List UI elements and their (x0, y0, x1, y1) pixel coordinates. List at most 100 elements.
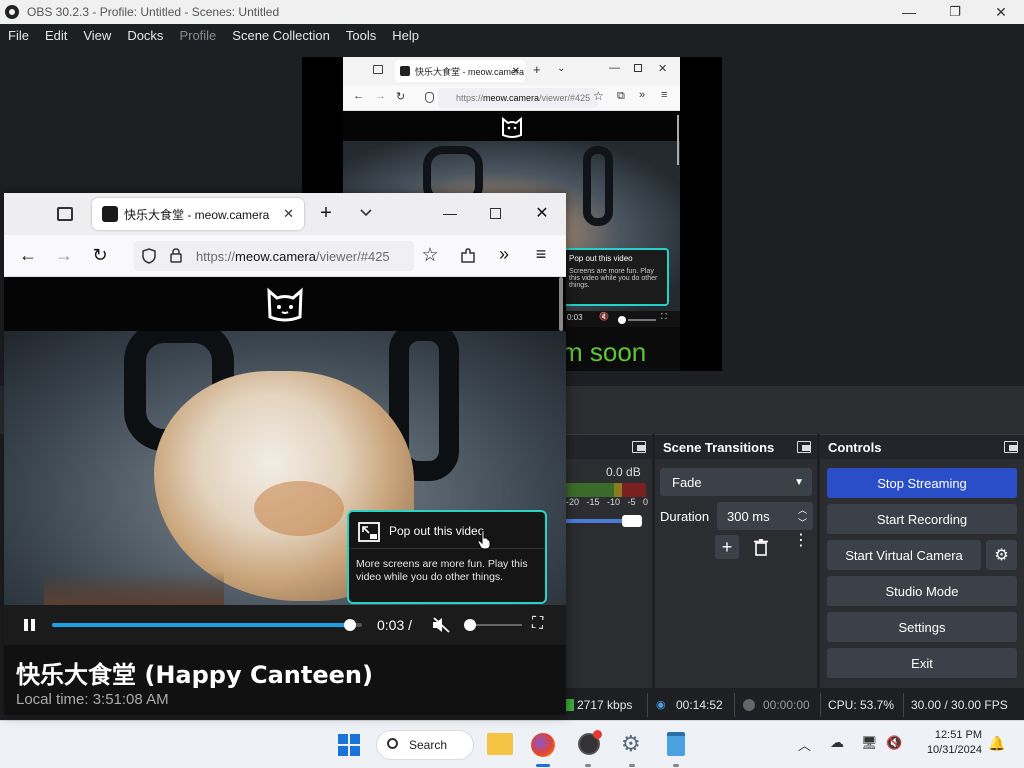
extensions-puzzle-icon[interactable] (460, 248, 476, 264)
reload-icon[interactable]: ↻ (90, 245, 110, 265)
file-explorer-icon[interactable] (487, 733, 513, 755)
controls-dock: Controls Stop Streaming Start Recording … (820, 434, 1024, 688)
maximize-button[interactable]: ❐ (932, 0, 978, 24)
network-icon[interactable]: 🖥 (861, 735, 878, 751)
mini-reload-icon: ↻ (396, 91, 406, 103)
studio-mode-button[interactable]: Studio Mode (827, 576, 1017, 606)
firefox-icon[interactable] (531, 733, 555, 757)
menu-scene-collection[interactable]: Scene Collection (224, 28, 338, 43)
tab-list-icon[interactable] (57, 207, 73, 221)
hand-cursor-icon (477, 530, 491, 550)
notepad-icon[interactable] (667, 732, 685, 756)
duration-spinbox[interactable]: 300 ms ︿ ﹀ (717, 502, 813, 530)
menu-profile[interactable]: Profile (171, 28, 224, 43)
mini-forward-icon: → (375, 90, 386, 102)
show-hidden-icons-chevron-icon[interactable]: ︿ (798, 735, 811, 754)
new-tab-icon[interactable]: + (316, 202, 336, 224)
active-tab[interactable]: 快乐大食堂 - meow.camera ✕ (92, 198, 304, 230)
window-minimize-icon[interactable]: — (440, 203, 460, 223)
add-transition-button[interactable]: + (715, 535, 739, 559)
tab-close-icon[interactable]: ✕ (283, 206, 294, 222)
close-button[interactable]: ✕ (978, 0, 1024, 24)
streaming-icon: ◉ (656, 699, 666, 711)
start-recording-button[interactable]: Start Recording (827, 504, 1017, 534)
pause-icon[interactable] (31, 619, 35, 631)
spin-up-icon[interactable]: ︿ (798, 503, 807, 516)
obs-menu-bar: File Edit View Docks Profile Scene Colle… (0, 24, 1024, 46)
obs-live-badge (593, 730, 602, 739)
progress-knob[interactable] (343, 619, 356, 631)
exit-button[interactable]: Exit (827, 648, 1017, 678)
mini-bookmark-icon: ☆ (593, 89, 604, 103)
bitrate-value: 2717 kbps (577, 698, 633, 712)
menu-docks[interactable]: Docks (119, 28, 171, 43)
menu-view[interactable]: View (75, 28, 119, 43)
window-close-icon[interactable]: ✕ (532, 203, 552, 223)
taskbar-clock[interactable]: 12:51 PM 10/31/2024 (916, 728, 982, 758)
lock-icon[interactable] (170, 248, 182, 263)
start-virtual-camera-button[interactable]: Start Virtual Camera (827, 540, 981, 570)
obs-running-indicator (585, 764, 591, 767)
fullscreen-icon[interactable]: ⛶ (532, 615, 543, 633)
notifications-bell-icon[interactable]: 🔔 (988, 735, 1005, 752)
current-time: 0:03 / (377, 617, 413, 633)
speaker-muted-icon[interactable]: 🔇 (886, 735, 902, 751)
muted-speaker-icon[interactable] (432, 617, 450, 633)
mini-scrollbar (677, 115, 679, 165)
window-maximize-icon[interactable] (490, 208, 501, 219)
record-time-value: 00:00:00 (763, 698, 810, 712)
virtual-camera-settings-gear-icon[interactable]: ⚙ (986, 540, 1017, 570)
stream-info: 快乐大食堂 (Happy Canteen) Local time: 3:51:0… (4, 645, 566, 715)
mini-back-icon: ← (353, 90, 364, 102)
menu-tools[interactable]: Tools (338, 28, 384, 43)
tab-bar: 快乐大食堂 - meow.camera ✕ + — ✕ (4, 193, 566, 235)
settings-gear-icon[interactable]: ⚙ (621, 733, 641, 755)
transition-select[interactable]: Fade ▼ (660, 468, 812, 496)
mini-favicon-icon (400, 66, 410, 76)
windows-start-icon[interactable] (338, 734, 360, 756)
pop-out-video-tooltip[interactable]: Pop out this video More screens are more… (347, 510, 547, 604)
forward-icon[interactable]: → (54, 245, 74, 265)
undock-icon[interactable] (1004, 441, 1018, 453)
bookmark-star-icon[interactable]: ☆ (420, 245, 440, 266)
mini-toolbar: ← → ↻ https://meow.camera/viewer/#425 ☆ … (343, 85, 680, 111)
mini-overflow-icon: » (639, 89, 646, 101)
menu-edit[interactable]: Edit (37, 28, 75, 43)
url-bar[interactable]: https://meow.camera/viewer/#425 (134, 241, 414, 271)
minimize-button[interactable]: — (886, 0, 932, 24)
menu-file[interactable]: File (0, 28, 37, 43)
mini-maximize-icon (634, 64, 642, 72)
tracking-protection-shield-icon[interactable] (142, 248, 156, 264)
video-controls: 0:03 / ⛶ (4, 605, 566, 645)
overflow-chevron-icon[interactable]: » (494, 244, 514, 264)
undock-icon[interactable] (797, 441, 811, 453)
pop-out-title: Pop out this video (389, 524, 485, 538)
mini-volume-knob (618, 316, 626, 324)
mini-volume-track (628, 319, 656, 321)
chevron-down-icon: ▼ (794, 476, 804, 488)
audio-level-value: 0.0 dB (606, 465, 641, 479)
tab-title: 快乐大食堂 - meow.camera (124, 207, 270, 222)
onedrive-cloud-icon[interactable]: ☁ (830, 734, 844, 751)
mini-cat-logo-icon (502, 116, 522, 138)
remove-transition-trash-icon[interactable] (753, 538, 769, 556)
page-scrollbar-thumb[interactable] (559, 277, 563, 331)
menu-help[interactable]: Help (384, 28, 427, 43)
firefox-active-indicator (536, 764, 550, 767)
meow-camera-cat-logo-icon[interactable] (264, 283, 306, 323)
stop-streaming-button[interactable]: Stop Streaming (827, 468, 1017, 498)
back-icon[interactable]: ← (18, 245, 38, 265)
settings-button[interactable]: Settings (827, 612, 1017, 642)
volume-slider-handle[interactable] (622, 515, 642, 527)
mini-minimize-icon: — (609, 62, 620, 74)
volume-knob[interactable] (464, 619, 476, 631)
list-all-tabs-chevron-icon[interactable] (360, 209, 372, 217)
spin-down-icon[interactable]: ﹀ (798, 516, 807, 529)
nav-toolbar: ← → ↻ https://meow.camera/viewer/#425 ☆ … (4, 235, 566, 277)
transition-properties-kebab-icon[interactable]: ⋮ (793, 533, 809, 549)
app-menu-hamburger-icon[interactable]: ≡ (531, 244, 551, 264)
audio-mixer-dock: 0.0 dB -20 -15 -10 -5 0 (566, 434, 652, 688)
taskbar-search-box[interactable]: Search (376, 730, 474, 760)
progress-track[interactable] (52, 623, 362, 627)
undock-icon[interactable] (632, 441, 646, 453)
